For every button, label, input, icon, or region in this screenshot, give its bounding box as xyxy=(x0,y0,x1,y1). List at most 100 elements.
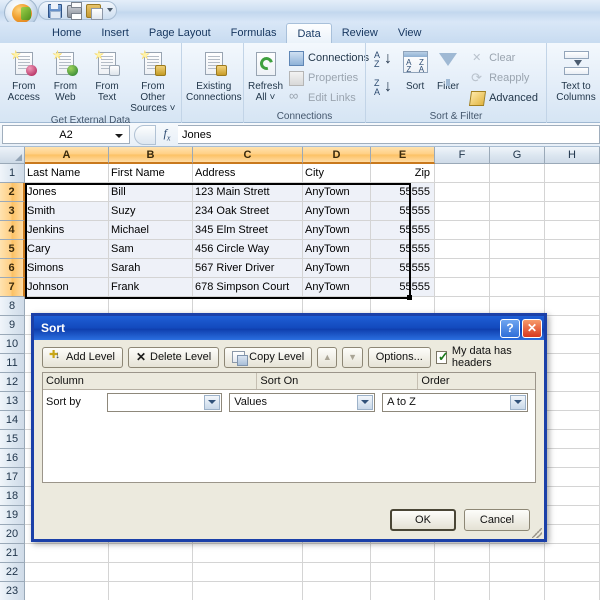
name-box[interactable]: A2 xyxy=(2,125,130,144)
cell-G3[interactable] xyxy=(490,202,545,221)
cell-G21[interactable] xyxy=(490,544,545,563)
row-header-16[interactable]: 16 xyxy=(0,449,25,468)
row-header-12[interactable]: 12 xyxy=(0,373,25,392)
cell-H1[interactable] xyxy=(545,164,600,183)
cell-B3[interactable]: Suzy xyxy=(109,202,193,221)
row-header-4[interactable]: 4 xyxy=(0,221,25,240)
cell-D1[interactable]: City xyxy=(303,164,371,183)
cell-C1[interactable]: Address xyxy=(193,164,303,183)
cell-F21[interactable] xyxy=(435,544,490,563)
chevron-down-icon[interactable] xyxy=(510,394,527,410)
cell-F2[interactable] xyxy=(435,183,490,202)
cell-C6[interactable]: 567 River Driver xyxy=(193,259,303,278)
row-header-7[interactable]: 7 xyxy=(0,278,25,297)
advanced-button[interactable]: Advanced xyxy=(466,88,542,108)
cell-H6[interactable] xyxy=(545,259,600,278)
cell-E6[interactable]: 55555 xyxy=(371,259,435,278)
row-header-3[interactable]: 3 xyxy=(0,202,25,221)
sort-ascending-icon[interactable] xyxy=(373,50,395,72)
cell-D23[interactable] xyxy=(303,582,371,600)
cell-H20[interactable] xyxy=(545,525,600,544)
move-up-button[interactable] xyxy=(317,346,338,368)
column-header-h[interactable]: H xyxy=(545,147,600,164)
tab-insert[interactable]: Insert xyxy=(91,23,139,44)
from-text-button[interactable]: From Text xyxy=(87,46,127,103)
cell-H10[interactable] xyxy=(545,335,600,354)
existing-connections-button[interactable]: Existing Connections xyxy=(186,46,242,103)
row-header-1[interactable]: 1 xyxy=(0,164,25,183)
close-icon[interactable]: ✕ xyxy=(522,318,542,338)
cell-E5[interactable]: 55555 xyxy=(371,240,435,259)
cell-H2[interactable] xyxy=(545,183,600,202)
cell-B4[interactable]: Michael xyxy=(109,221,193,240)
cell-A21[interactable] xyxy=(25,544,109,563)
chevron-down-icon[interactable] xyxy=(204,394,221,410)
cell-D4[interactable]: AnyTown xyxy=(303,221,371,240)
formula-bar-expand[interactable] xyxy=(134,124,156,145)
cell-H17[interactable] xyxy=(545,468,600,487)
ok-button[interactable]: OK xyxy=(390,509,456,531)
cell-H12[interactable] xyxy=(545,373,600,392)
cell-A4[interactable]: Jenkins xyxy=(25,221,109,240)
select-all-corner[interactable] xyxy=(0,147,25,164)
cell-D22[interactable] xyxy=(303,563,371,582)
text-to-columns-button[interactable]: Text to Columns xyxy=(551,46,600,103)
delete-level-button[interactable]: ✕ Delete Level xyxy=(127,346,220,368)
row-header-19[interactable]: 19 xyxy=(0,506,25,525)
connections-button[interactable]: Connections xyxy=(285,48,373,68)
cell-C2[interactable]: 123 Main Strett xyxy=(193,183,303,202)
tab-view[interactable]: View xyxy=(388,23,432,44)
save-icon[interactable] xyxy=(47,3,64,19)
cell-C5[interactable]: 456 Circle Way xyxy=(193,240,303,259)
column-header-a[interactable]: A xyxy=(25,147,109,164)
row-header-22[interactable]: 22 xyxy=(0,563,25,582)
row-header-11[interactable]: 11 xyxy=(0,354,25,373)
cell-B2[interactable]: Bill xyxy=(109,183,193,202)
cell-H4[interactable] xyxy=(545,221,600,240)
cell-F6[interactable] xyxy=(435,259,490,278)
cell-E4[interactable]: 55555 xyxy=(371,221,435,240)
cell-H22[interactable] xyxy=(545,563,600,582)
cell-G1[interactable] xyxy=(490,164,545,183)
cell-G7[interactable] xyxy=(490,278,545,297)
cell-G2[interactable] xyxy=(490,183,545,202)
chevron-down-icon[interactable] xyxy=(115,134,123,138)
add-level-button[interactable]: Add Level xyxy=(42,346,123,368)
cell-C3[interactable]: 234 Oak Street xyxy=(193,202,303,221)
row-header-2[interactable]: 2 xyxy=(0,183,25,202)
cell-H3[interactable] xyxy=(545,202,600,221)
cell-E21[interactable] xyxy=(371,544,435,563)
cell-B22[interactable] xyxy=(109,563,193,582)
cell-A6[interactable]: Simons xyxy=(25,259,109,278)
cell-A1[interactable]: Last Name xyxy=(25,164,109,183)
cell-H18[interactable] xyxy=(545,487,600,506)
cell-D6[interactable]: AnyTown xyxy=(303,259,371,278)
cell-H11[interactable] xyxy=(545,354,600,373)
row-header-18[interactable]: 18 xyxy=(0,487,25,506)
cell-H9[interactable] xyxy=(545,316,600,335)
row-header-15[interactable]: 15 xyxy=(0,430,25,449)
tab-data[interactable]: Data xyxy=(286,23,332,44)
checkbox-icon[interactable] xyxy=(435,349,449,365)
column-header-f[interactable]: F xyxy=(435,147,490,164)
from-access-button[interactable]: From Access xyxy=(4,46,44,103)
column-header-e[interactable]: E xyxy=(371,147,435,164)
fill-handle[interactable] xyxy=(407,295,412,300)
tab-page-layout[interactable]: Page Layout xyxy=(139,23,221,44)
cell-D7[interactable]: AnyTown xyxy=(303,278,371,297)
row-header-17[interactable]: 17 xyxy=(0,468,25,487)
cell-A2[interactable]: Jones xyxy=(25,183,109,202)
column-header-d[interactable]: D xyxy=(303,147,371,164)
from-web-button[interactable]: From Web xyxy=(46,46,86,103)
qat-more-icon[interactable] xyxy=(107,8,113,12)
column-header-b[interactable]: B xyxy=(109,147,193,164)
cell-F4[interactable] xyxy=(435,221,490,240)
column-header-c[interactable]: C xyxy=(193,147,303,164)
cell-G23[interactable] xyxy=(490,582,545,600)
row-header-6[interactable]: 6 xyxy=(0,259,25,278)
paste-icon[interactable] xyxy=(85,3,103,20)
row-header-20[interactable]: 20 xyxy=(0,525,25,544)
cell-A7[interactable]: Johnson xyxy=(25,278,109,297)
cell-H5[interactable] xyxy=(545,240,600,259)
cell-H19[interactable] xyxy=(545,506,600,525)
